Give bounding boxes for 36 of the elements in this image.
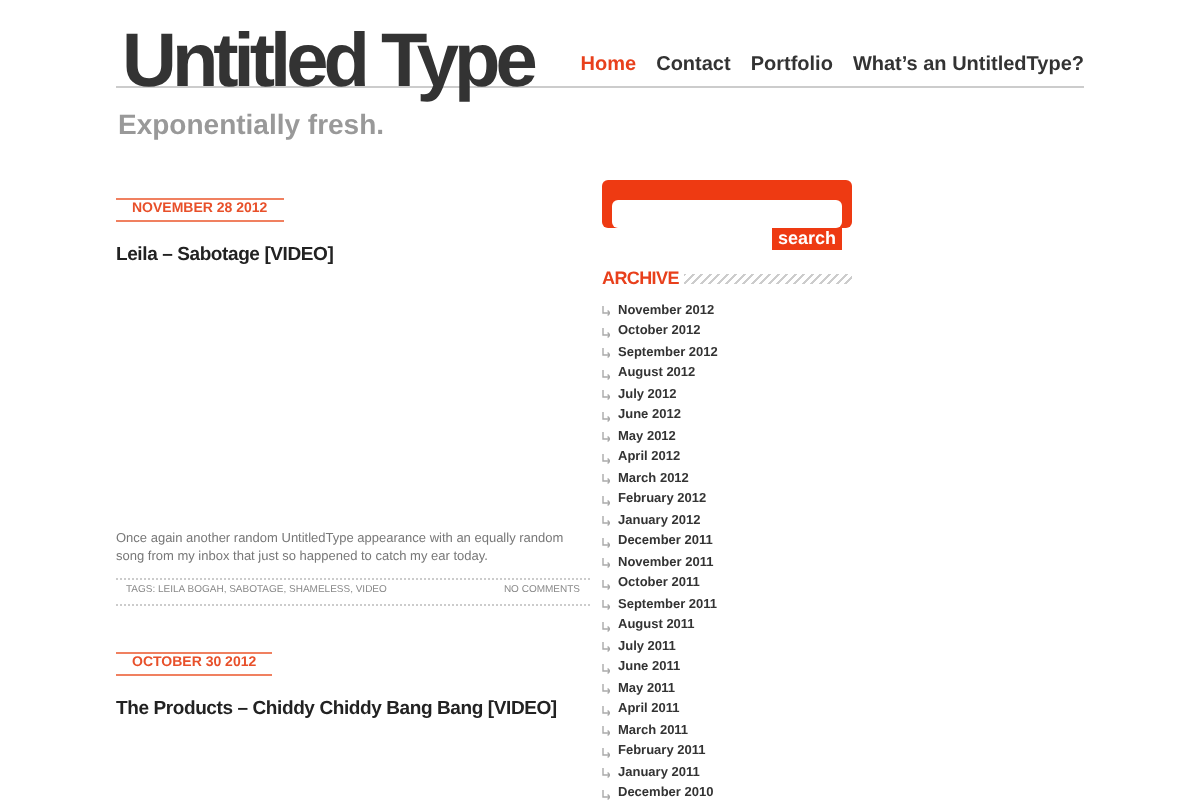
arrow-icon	[602, 747, 610, 758]
nav-link[interactable]: Contact	[656, 50, 731, 80]
nav-link[interactable]: Home	[580, 50, 637, 80]
post-title[interactable]: The Products – Chiddy Chiddy Bang Bang [VIDEO]	[116, 695, 590, 724]
arrow-icon	[602, 348, 610, 359]
arrow-icon	[602, 390, 610, 401]
archive-heading: ARCHIVE	[602, 266, 679, 292]
arrow-icon	[602, 789, 610, 800]
nav-link[interactable]: What’s an UntitledType?	[852, 50, 1084, 80]
search-field[interactable]	[612, 200, 842, 228]
arrow-icon	[602, 726, 610, 737]
arrow-icon	[602, 495, 610, 506]
arrow-icon	[602, 600, 610, 611]
search-box[interactable]	[602, 180, 852, 228]
arrow-icon	[602, 537, 610, 548]
arrow-icon	[602, 411, 610, 422]
arrow-icon	[602, 705, 610, 716]
nav-link[interactable]: Portfolio	[750, 50, 833, 80]
post-title[interactable]: Leila – Sabotage [VIDEO]	[116, 242, 590, 271]
arrow-icon	[602, 768, 610, 779]
site-tagline: Exponentially fresh.	[118, 106, 387, 144]
site-title[interactable]: Untitled Type	[116, 22, 533, 102]
search-button[interactable]: search	[771, 228, 842, 250]
arrow-icon	[602, 453, 610, 464]
arrow-icon	[602, 684, 610, 695]
arrow-icon	[602, 663, 610, 674]
arrow-icon	[602, 432, 610, 443]
arrow-icon	[602, 327, 610, 338]
arrow-icon	[602, 474, 610, 485]
arrow-icon	[602, 558, 610, 569]
arrow-icon	[602, 306, 610, 317]
arrow-icon	[602, 579, 610, 590]
arrow-icon	[602, 642, 610, 653]
arrow-icon	[602, 621, 610, 632]
arrow-icon	[602, 516, 610, 527]
arrow-icon	[602, 369, 610, 380]
